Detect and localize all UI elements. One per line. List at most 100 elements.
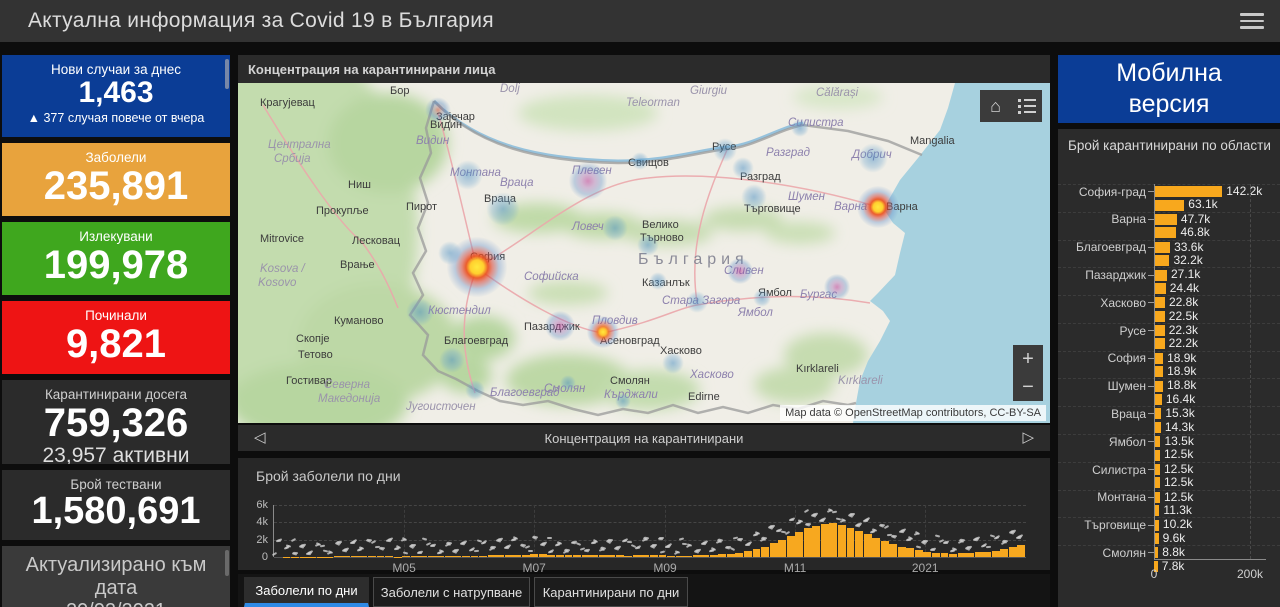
scrollbar[interactable] [225, 550, 229, 576]
stat-value: 9,821 [65, 322, 167, 366]
map-label: Търново [640, 232, 684, 244]
region-row: 12.5k [1058, 448, 1280, 461]
data-label-noise [378, 547, 384, 552]
map-label: Добрич [852, 149, 892, 161]
daily-bar [632, 555, 641, 557]
map-label: Македонија [318, 393, 381, 405]
stat-label: Нови случаи за днес [51, 62, 181, 77]
region-value: 33.6k [1174, 239, 1204, 254]
region-row: 16.4k [1058, 392, 1280, 406]
map-panel-title: Концентрация на карантинирани лица [248, 61, 496, 77]
region-plot-cell: 9.6k [1154, 531, 1280, 545]
map-label: Călărași [816, 87, 859, 99]
map-label: Централна [268, 139, 331, 151]
data-label-noise [437, 551, 443, 555]
map-label: Ниш [348, 179, 371, 191]
map-label: Лесковац [352, 235, 401, 247]
map-canvas[interactable]: ⌂ + − Map data © OpenStreetMap contribut… [238, 83, 1050, 423]
region-bar [1154, 282, 1166, 294]
region-row: Шумен 18.8k [1058, 378, 1280, 394]
data-label-noise [832, 510, 838, 514]
map-label: Врање [340, 259, 375, 271]
data-label-noise [598, 548, 604, 552]
map-label: Прокупље [316, 205, 369, 217]
stat-value: 1,463 [78, 76, 154, 109]
map-label: Софийска [524, 271, 579, 283]
carousel-prev-icon[interactable]: ◁ [254, 425, 266, 451]
region-value: 142.2k [1226, 184, 1263, 198]
regions-chart-title: Брой карантинирани по области [1068, 138, 1271, 153]
legend-list-icon[interactable] [1011, 90, 1042, 122]
map-label: Северна [324, 379, 370, 391]
region-value: 18.9k [1167, 364, 1197, 379]
region-plot-cell: 27.1k [1154, 267, 1280, 281]
data-label-noise [473, 549, 479, 553]
map-label: Mitrovice [260, 233, 305, 245]
region-label: Шумен [1107, 379, 1146, 394]
region-row: София-град 142.2k [1058, 184, 1280, 199]
map-label: Бор [390, 85, 410, 97]
data-label-noise [291, 552, 298, 556]
map-label: Плевен [572, 165, 612, 177]
daily-bar [744, 550, 752, 557]
region-bar [1154, 325, 1165, 337]
daily-bar [932, 552, 940, 557]
daily-bar [479, 555, 488, 557]
daily-bar [1008, 547, 1017, 557]
gridline [274, 505, 1026, 506]
map-attribution: Map data © OpenStreetMap contributors, C… [780, 405, 1046, 421]
zoom-out-button[interactable]: − [1013, 373, 1043, 401]
map-label: Разград [740, 171, 781, 183]
data-label-noise [271, 551, 278, 557]
region-plot-cell: 13.5k [1154, 434, 1280, 448]
home-icon[interactable]: ⌂ [980, 90, 1011, 122]
region-bar [1154, 380, 1164, 392]
zoom-in-button[interactable]: + [1013, 345, 1043, 373]
data-label-noise [708, 549, 714, 553]
region-label: Хасково [1100, 295, 1146, 310]
map-label: Пазарджик [524, 321, 580, 333]
map-label: София [470, 251, 506, 263]
carousel-next-icon[interactable]: ▷ [1022, 425, 1034, 451]
mobile-version-button[interactable]: Мобилна версия [1058, 55, 1280, 123]
map-label: Свищов [628, 157, 669, 169]
region-plot-cell: 18.8k [1154, 379, 1280, 392]
region-row: 24.4k [1058, 281, 1280, 295]
region-bar [1154, 352, 1164, 364]
tab-2[interactable]: Заболели с натрупване [373, 577, 530, 607]
data-label-noise [972, 538, 978, 542]
region-value: 18.9k [1167, 350, 1197, 365]
map-label: Стара Загора [662, 295, 741, 307]
daily-bar [906, 548, 915, 557]
regions-y-axis [1154, 184, 1155, 560]
region-value: 22.3k [1168, 322, 1199, 337]
data-label-noise [539, 543, 546, 547]
data-label-noise [319, 544, 325, 548]
region-value: 11.3k [1163, 502, 1192, 517]
menu-hamburger-icon[interactable] [1240, 13, 1264, 29]
region-value: 22.8k [1168, 295, 1199, 310]
data-label-noise [784, 531, 790, 536]
region-label: Монтана [1097, 490, 1146, 505]
region-value: 12.5k [1164, 447, 1194, 462]
tab-1[interactable]: Заболели по дни [244, 577, 369, 607]
map-label: Kırklareli [796, 363, 839, 375]
stat-card-quarantined: Карантинирани досега 759,326 23,957 акти… [2, 380, 230, 464]
map-label: Казанлък [642, 277, 690, 289]
region-plot-cell: 18.9k [1154, 350, 1280, 365]
scrollbar[interactable] [225, 59, 229, 89]
stat-card-infected: Заболели 235,891 [2, 143, 230, 216]
map-label: Пирот [406, 201, 438, 213]
map-label: Teleorman [626, 97, 680, 109]
regions-xtick-200k: 200k [1236, 567, 1264, 582]
region-bar [1154, 366, 1164, 378]
daily-bar [812, 525, 821, 557]
region-label: Пазарджик [1085, 268, 1146, 283]
tab-3[interactable]: Карантинирани по дни [534, 577, 688, 607]
daily-bar [359, 556, 368, 557]
data-label-noise [729, 546, 736, 551]
stat-card-updated: Актуализирано към дата 20/02/2021 [2, 546, 230, 607]
data-label-noise [883, 525, 889, 530]
region-plot-cell: 16.4k [1154, 392, 1280, 406]
region-plot-cell: 142.2k [1154, 184, 1280, 198]
